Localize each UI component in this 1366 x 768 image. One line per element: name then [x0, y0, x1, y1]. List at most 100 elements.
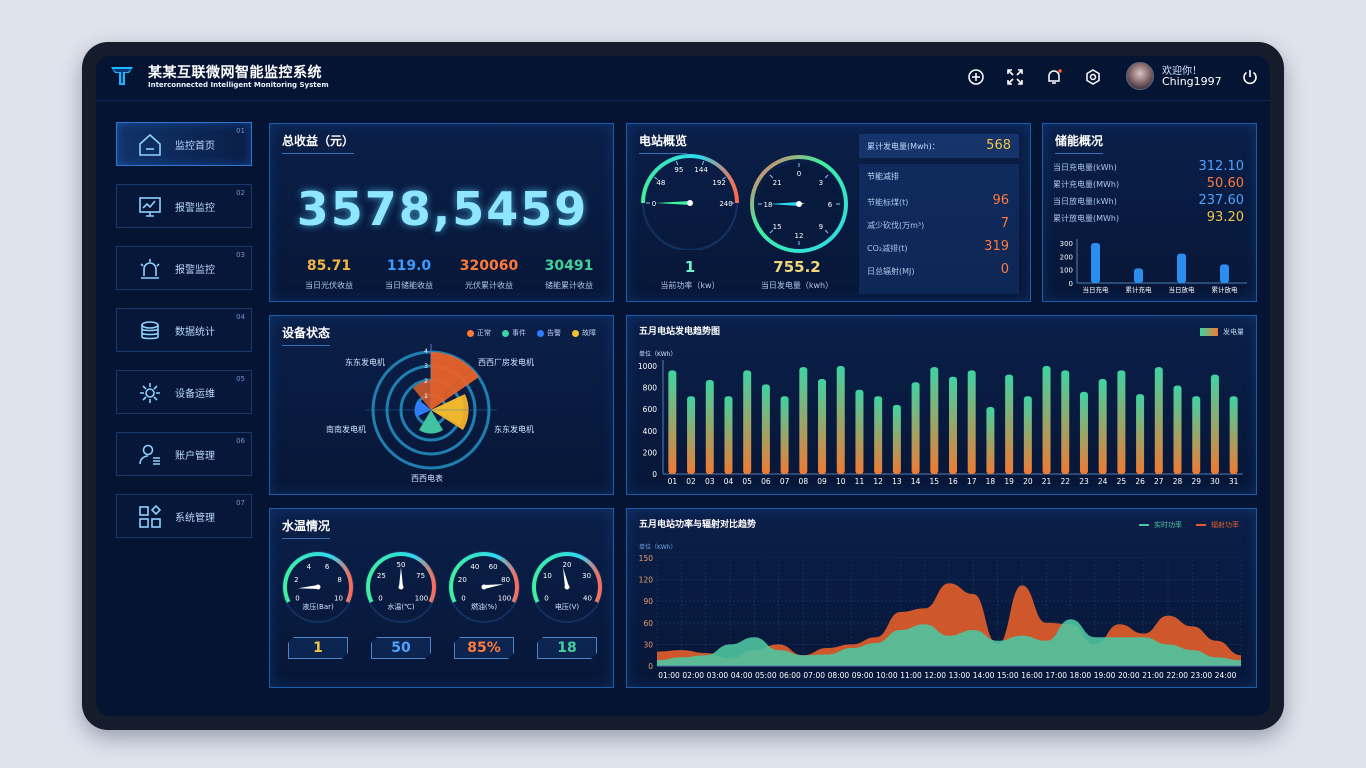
bar-x-tick: 21	[1042, 477, 1052, 486]
storage-x-tick: 当日放电	[1169, 285, 1196, 294]
sidebar-item-6[interactable]: 账户管理 06	[116, 432, 252, 476]
revenue-stat-value: 320060	[459, 258, 519, 274]
revenue-title: 总收益（元）	[282, 132, 355, 154]
sidebar-item-3[interactable]: 报警监控 03	[116, 246, 252, 290]
bar-x-tick: 11	[855, 477, 865, 486]
generation-bar	[1210, 374, 1219, 474]
energy-gauge-tick: 18	[764, 201, 773, 209]
top-header: 某某互联微网智能监控系统 Interconnected Intelligent …	[96, 56, 1270, 101]
polar-r-tick: 4	[424, 348, 428, 355]
generation-bar	[818, 378, 827, 474]
storage-label: 累计放电量(MWh)	[1053, 214, 1120, 223]
generation-bar	[668, 370, 677, 474]
area-x-tick: 10:00	[876, 671, 898, 680]
area-x-tick: 13:00	[949, 671, 971, 680]
legend-label: 辐射功率	[1211, 521, 1239, 529]
app-logo-icon	[111, 67, 133, 85]
energy-value: 755.2	[773, 258, 821, 276]
device-legend-item: 故障	[572, 328, 596, 338]
revenue-stat: 85.71 当日光伏收益	[286, 258, 372, 291]
water-gauge-tick: 6	[325, 563, 330, 571]
avatar[interactable]	[1126, 62, 1154, 90]
generation-bar	[911, 382, 920, 474]
generation-bar	[1229, 396, 1238, 474]
water-gauge-tick: 8	[337, 576, 341, 584]
legend-label: 告警	[547, 329, 561, 337]
storage-bar	[1220, 264, 1229, 283]
storage-x-tick: 累计充电	[1126, 285, 1153, 294]
device-legend-item: 正常	[467, 328, 491, 338]
fullscreen-icon[interactable]	[1004, 66, 1026, 88]
sidebar-item-4[interactable]: 数据统计 04	[116, 308, 252, 352]
username[interactable]: Ching1997	[1162, 75, 1222, 88]
sidebar-item-number: 04	[236, 313, 245, 321]
energy-gauge-tick: 6	[828, 201, 833, 209]
water-gauge: 010203040	[531, 551, 603, 623]
energy-saving-box: 节能减排 节能标煤(t) 96 减少砍伐(万m³) 7 CO₂减排(t) 319 日总辐射(…	[859, 164, 1019, 294]
area-y-tick: 30	[643, 640, 653, 649]
area-y-tick: 120	[639, 576, 654, 585]
device-label: 西西电表	[411, 474, 443, 483]
bar-x-tick: 29	[1191, 477, 1201, 486]
area-x-tick: 23:00	[1191, 671, 1213, 680]
bar-x-tick: 22	[1060, 477, 1070, 486]
bar-x-tick: 30	[1210, 477, 1220, 486]
water-temp-panel: 水温情况 0 2 4 6 8 10 液压(Bar) 1 0 25 50 75 100 水温(℃) 50 0 20…	[269, 508, 614, 688]
storage-bar-chart: 0 100 200 300 当日充电 累计充电 当日放电 累计放电	[1060, 239, 1247, 294]
bar-x-tick: 25	[1117, 477, 1127, 486]
energy-saving-value: 96	[992, 193, 1009, 208]
revenue-stat-value: 85.71	[306, 258, 352, 274]
bar-x-tick: 04	[724, 477, 734, 486]
generation-bar	[930, 367, 939, 474]
water-gauge-tick: 40	[470, 563, 479, 571]
sidebar-item-label: 账户管理	[175, 451, 215, 462]
bar-x-tick: 13	[892, 477, 902, 486]
polar-r-tick: 1	[424, 393, 428, 400]
energy-saving-value: 7	[1000, 216, 1009, 231]
energy-saving-label: 日总辐射(MJ)	[867, 267, 915, 276]
bar-x-tick: 07	[780, 477, 790, 486]
power-value: 1	[684, 258, 696, 276]
bar-x-tick: 31	[1229, 477, 1239, 486]
sidebar-item-5[interactable]: 设备运维 05	[116, 370, 252, 414]
water-gauge-tick: 80	[501, 576, 510, 584]
bell-icon[interactable]	[1043, 66, 1065, 88]
legend-dot	[467, 329, 474, 337]
revenue-stat-value: 30491	[544, 258, 594, 274]
storage-y-tick: 0	[1069, 280, 1073, 288]
sidebar-item-7[interactable]: 系统管理 07	[116, 494, 252, 538]
water-gauge-tick: 60	[489, 563, 498, 571]
power-icon[interactable]	[1239, 66, 1261, 88]
power-label: 当前功率（kw）	[660, 281, 720, 290]
bar-x-tick: 02	[686, 477, 696, 486]
bar-x-tick: 16	[948, 477, 958, 486]
sidebar-item-1[interactable]: 监控首页 01	[116, 122, 252, 166]
energy-gauge-tick: 12	[795, 232, 804, 240]
power-gauge-tick: 95	[674, 166, 683, 174]
legend-line	[1139, 524, 1149, 526]
sidebar-item-label: 系统管理	[175, 513, 215, 524]
database-icon	[141, 321, 159, 340]
sidebar-item-2[interactable]: 报警监控 02	[116, 184, 252, 228]
legend-line	[1196, 524, 1206, 526]
add-circle-icon[interactable]	[965, 66, 987, 88]
water-gauge-tick: 20	[458, 576, 467, 584]
area-x-tick: 01:00	[658, 671, 680, 680]
area-y-tick: 0	[648, 662, 653, 671]
settings-icon[interactable]	[1082, 66, 1104, 88]
water-gauge: 02040 6080100	[448, 551, 520, 623]
legend-label: 正常	[477, 329, 491, 337]
home-icon	[139, 133, 161, 156]
sidebar-item-label: 监控首页	[175, 141, 215, 152]
generation-bar	[1154, 367, 1163, 474]
bar-x-tick: 14	[911, 477, 921, 486]
sidebar-item-number: 01	[236, 127, 245, 135]
energy-gauge: 0 3 6 9 12 15 18 21	[750, 155, 848, 253]
generation-bar	[986, 407, 995, 474]
storage-value: 50.60	[1206, 176, 1244, 191]
water-gauge-label: 液压(Bar)	[302, 603, 334, 611]
device-label: 西西厂房发电机	[478, 358, 534, 367]
energy-saving-label: 减少砍伐(万m³)	[867, 221, 925, 230]
area-x-tick: 18:00	[1070, 671, 1092, 680]
energy-saving-value: 319	[984, 239, 1009, 254]
